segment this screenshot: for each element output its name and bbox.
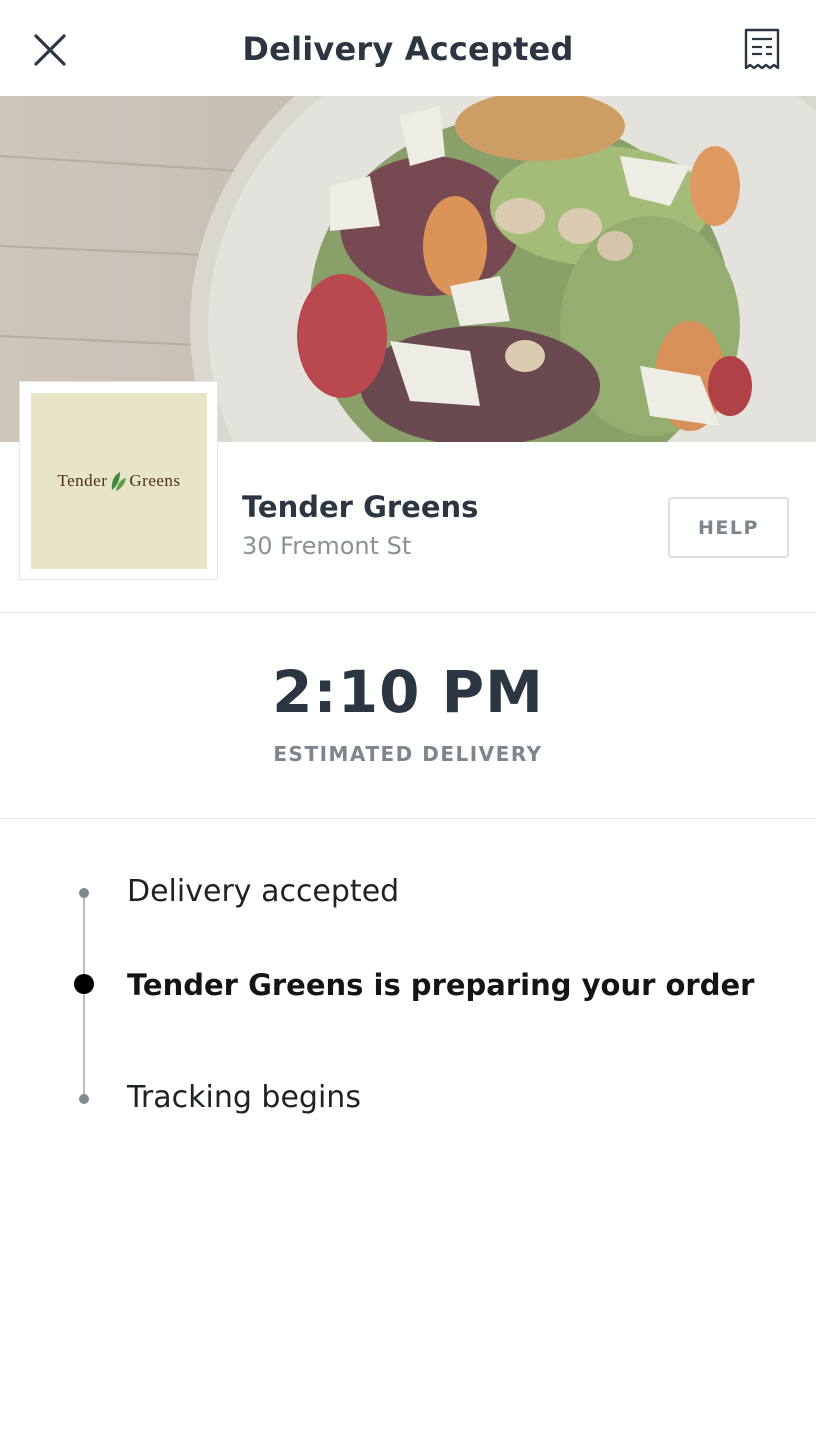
logo-text-right: Greens [129,471,181,490]
page-title: Delivery Accepted [242,30,574,68]
receipt-icon [744,28,780,70]
timeline-step-delivery-accepted: Delivery accepted [127,874,400,909]
receipt-button[interactable] [738,26,786,74]
timeline-dot-active [74,974,94,994]
top-bar: Delivery Accepted [0,0,816,96]
timeline-dot-pending [79,1094,89,1104]
logo-wordmark: Tender Greens [57,470,180,492]
divider [0,818,816,819]
estimated-delivery-time: 2:10 PM [272,658,544,726]
timeline-dot-done [79,888,89,898]
restaurant-address: 30 Fremont St [242,532,412,560]
leaf-icon [112,472,127,491]
divider [0,612,816,613]
restaurant-logo: Tender Greens [19,381,218,580]
restaurant-name: Tender Greens [242,490,479,524]
timeline-step-preparing: Tender Greens is preparing your order [127,968,755,1002]
estimated-delivery-label: ESTIMATED DELIVERY [273,742,543,766]
help-button[interactable]: HELP [668,497,789,558]
logo-background: Tender Greens [31,393,207,569]
logo-text-left: Tender [57,471,108,490]
timeline-step-tracking: Tracking begins [127,1080,361,1115]
timeline-line [83,893,85,1099]
